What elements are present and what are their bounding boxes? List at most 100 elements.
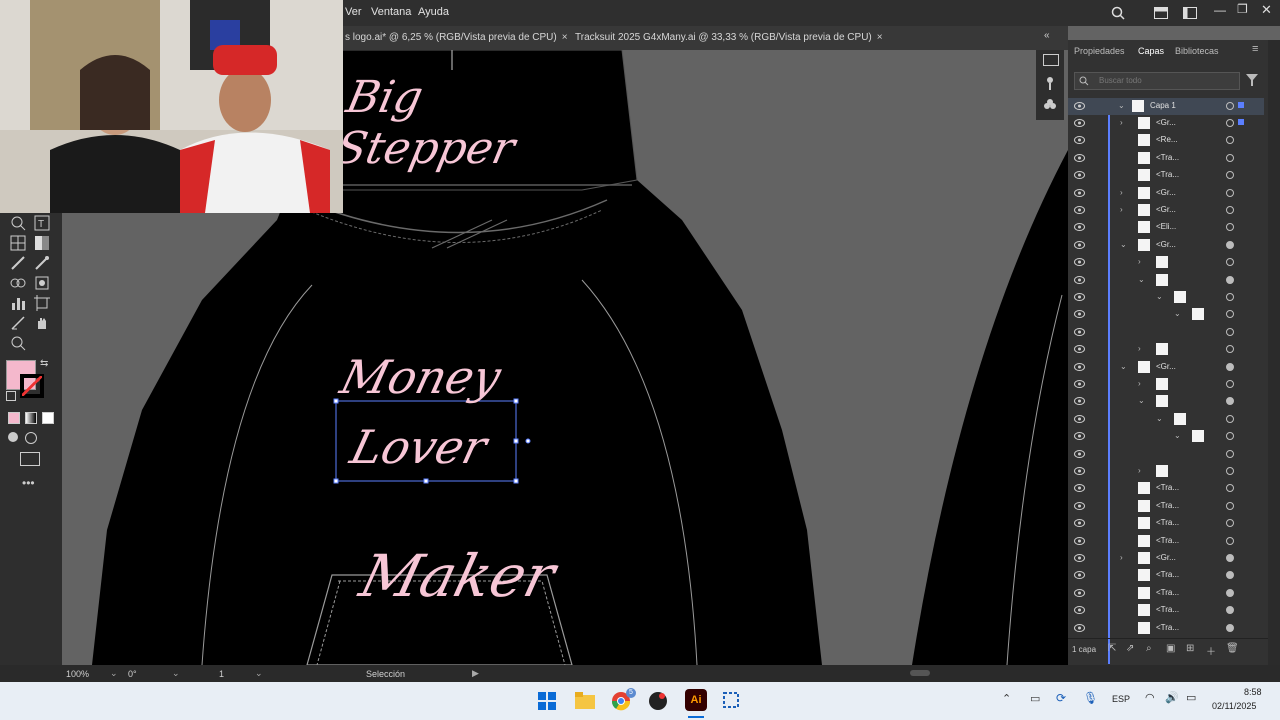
chevron-icon[interactable]: › (1138, 257, 1141, 266)
eye-icon[interactable] (1074, 171, 1085, 180)
chevron-icon[interactable]: ⌄ (1156, 292, 1163, 301)
layer-row[interactable]: <Tra... (1068, 498, 1258, 515)
close-icon[interactable]: ✕ (1261, 2, 1272, 18)
clock-time[interactable]: 8:58 (1244, 687, 1262, 697)
puppet-warp-icon[interactable] (1043, 76, 1057, 90)
target-icon[interactable] (1226, 206, 1234, 214)
menu-ver[interactable]: Ver (345, 6, 362, 18)
language-indicator[interactable]: ESP (1112, 694, 1130, 704)
chevron-icon[interactable]: ⌄ (1174, 431, 1181, 440)
eye-icon[interactable] (1074, 606, 1085, 615)
symbol-tool-icon[interactable] (34, 275, 50, 291)
layer-row[interactable]: <Tra... (1068, 515, 1258, 532)
eye-icon[interactable] (1074, 519, 1085, 528)
panel-menu-icon[interactable]: ≡ (1252, 43, 1258, 55)
clock-date[interactable]: 02/11/2025 (1212, 701, 1256, 711)
illustrator-icon[interactable]: Ai (685, 689, 707, 711)
zoom-level[interactable]: 100% (66, 669, 89, 679)
chevron-icon[interactable]: › (1138, 466, 1141, 475)
blend-tool-icon[interactable] (10, 275, 26, 291)
volume-icon[interactable]: 🔊 (1165, 691, 1179, 704)
slice-tool-icon[interactable] (10, 315, 26, 331)
none-mode-icon[interactable] (42, 412, 54, 424)
eye-icon[interactable] (1074, 223, 1085, 232)
layer-row[interactable]: <Tra... (1068, 480, 1258, 497)
target-icon[interactable] (1226, 188, 1234, 197)
eye-icon[interactable] (1074, 362, 1085, 371)
gradient-tool-icon[interactable] (34, 235, 50, 251)
eye-icon[interactable] (1074, 258, 1085, 267)
chevron-icon[interactable]: › (1120, 553, 1123, 562)
layer-row[interactable]: ⌄ (1068, 393, 1258, 410)
artboard-tool-icon[interactable] (34, 295, 50, 311)
layer-row[interactable] (1068, 324, 1258, 341)
arrange-icon[interactable] (1183, 7, 1197, 19)
app-icon[interactable] (648, 691, 668, 711)
tray-expand-icon[interactable]: ⌃ (1002, 692, 1011, 705)
target-icon[interactable] (1226, 240, 1234, 249)
eye-icon[interactable] (1074, 484, 1085, 493)
layer-row[interactable]: <Tra... (1068, 585, 1258, 602)
target-icon[interactable] (1226, 327, 1234, 336)
target-icon[interactable] (1226, 484, 1234, 493)
collect-export-icon[interactable]: ⇱ (1108, 643, 1116, 654)
minimize-icon[interactable]: — (1214, 3, 1226, 17)
more-tools-icon[interactable]: ••• (22, 476, 35, 490)
layer-row[interactable]: <Tra... (1068, 150, 1258, 167)
pocket-text[interactable]: Maker (354, 542, 601, 610)
target-icon[interactable] (1226, 432, 1234, 441)
target-icon[interactable] (1226, 119, 1234, 127)
workspace-icon[interactable] (1154, 7, 1168, 19)
layer-row[interactable]: <Tra... (1068, 602, 1258, 619)
layers-search-field[interactable]: Buscar todo (1074, 72, 1240, 90)
target-icon[interactable] (1226, 501, 1234, 510)
layer-row[interactable]: ⌄ (1068, 306, 1258, 323)
target-icon[interactable] (1226, 136, 1234, 145)
artboard-dropdown-icon[interactable]: ⌄ (255, 668, 263, 679)
eyedropper-tool-icon[interactable] (34, 255, 50, 271)
default-colors-icon[interactable] (6, 391, 16, 401)
tab-bibliotecas[interactable]: Bibliotecas (1175, 46, 1219, 56)
chevron-icon[interactable]: ⌄ (1138, 396, 1145, 405)
wifi-icon[interactable]: ◠ (1145, 691, 1155, 704)
sync-icon[interactable]: ⟳ (1056, 691, 1066, 705)
swap-colors-icon[interactable]: ⇆ (40, 358, 48, 369)
eye-icon[interactable] (1074, 414, 1085, 423)
chevron-icon[interactable]: ⌄ (1120, 240, 1127, 249)
target-icon[interactable] (1226, 414, 1234, 423)
eye-icon[interactable] (1074, 571, 1085, 580)
layer-row[interactable]: › (1068, 376, 1258, 393)
hood-text[interactable]: Big Stepper (331, 72, 613, 174)
layer-row[interactable]: › <Gr... (1068, 550, 1258, 567)
chest-text-lover[interactable]: Lover (345, 420, 518, 474)
eye-icon[interactable] (1074, 310, 1085, 319)
zoom-icon[interactable] (10, 335, 26, 351)
clipping-mask-icon[interactable]: ▣ (1166, 643, 1175, 654)
panel-scrollbar[interactable] (1268, 40, 1280, 665)
tab-close-icon[interactable]: × (877, 32, 883, 43)
layer-row[interactable]: › <Gr... (1068, 202, 1258, 219)
collapse-panel-icon[interactable]: « (1044, 30, 1050, 41)
menu-ventana[interactable]: Ventana (371, 6, 411, 18)
gradient-mode-icon[interactable] (25, 412, 37, 424)
target-icon[interactable] (1226, 380, 1234, 388)
layer-row[interactable]: <Re... (1068, 132, 1258, 149)
target-icon[interactable] (1226, 258, 1234, 267)
battery-icon[interactable]: ▭ (1186, 691, 1196, 704)
layer-row[interactable]: › (1068, 463, 1258, 480)
graph-tool-icon[interactable] (10, 295, 26, 311)
tab-tracksuit-doc[interactable]: Tracksuit 2025 G4xMany.ai @ 33,33 % (RGB… (575, 32, 883, 43)
layer-row[interactable]: › <Gr... (1068, 185, 1258, 202)
eye-icon[interactable] (1074, 345, 1085, 354)
eye-icon[interactable] (1074, 206, 1085, 214)
chevron-icon[interactable]: › (1138, 344, 1141, 353)
search-icon[interactable] (1111, 6, 1125, 20)
target-icon[interactable] (1226, 345, 1234, 354)
eye-icon[interactable] (1074, 449, 1085, 458)
layer-row[interactable]: › (1068, 254, 1258, 271)
layer-row[interactable]: ⌄ (1068, 289, 1258, 306)
screen-mode-icon[interactable] (20, 452, 40, 466)
layer-row[interactable]: <Tra... (1068, 567, 1258, 584)
chevron-icon[interactable]: ⌄ (1174, 309, 1181, 318)
layer-row[interactable]: › <Gr... (1068, 115, 1258, 132)
